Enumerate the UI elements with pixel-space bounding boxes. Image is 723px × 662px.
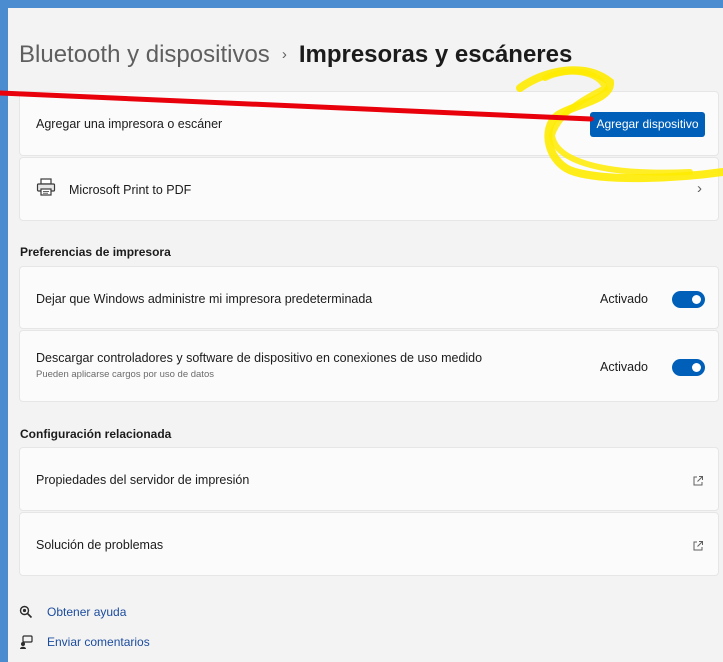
settings-window: Bluetooth y dispositivos › Impresoras y … [8,8,723,662]
printer-icon [36,178,58,196]
pref-metered-download-sublabel: Pueden aplicarse cargos por uso de datos [36,369,214,380]
printer-name: Microsoft Print to PDF [69,183,192,197]
related-item-label: Solución de problemas [36,538,164,552]
related-item-label: Propiedades del servidor de impresión [36,473,250,487]
external-link-icon [693,541,703,551]
pref-metered-download-toggle[interactable] [672,359,705,376]
add-printer-card: Agregar una impresora o escáner Agregar … [19,91,719,156]
related-item-troubleshoot[interactable]: Solución de problemas [19,512,719,576]
pref-metered-download-row: Descargar controladores y software de di… [19,330,719,402]
external-link-icon [693,476,703,486]
toggle-knob [692,295,701,304]
pref-metered-download-label: Descargar controladores y software de di… [36,351,483,365]
chevron-right-icon: › [697,180,702,197]
printer-item-microsoft-print-to-pdf[interactable]: Microsoft Print to PDF › [19,157,719,221]
add-printer-label: Agregar una impresora o escáner [36,117,223,131]
printer-preferences-heading: Preferencias de impresora [20,245,171,259]
send-feedback-link[interactable]: Enviar comentarios [19,635,150,649]
breadcrumb: Bluetooth y dispositivos › Impresoras y … [19,41,572,69]
send-feedback-label: Enviar comentarios [47,635,150,649]
get-help-link[interactable]: Obtener ayuda [19,605,126,619]
page-title: Impresoras y escáneres [298,41,573,68]
breadcrumb-parent-link[interactable]: Bluetooth y dispositivos [19,41,270,69]
breadcrumb-separator: › [281,46,287,63]
toggle-knob [692,363,701,372]
feedback-icon [20,635,33,649]
related-item-print-server-properties[interactable]: Propiedades del servidor de impresión [19,447,719,511]
help-icon [19,605,33,619]
pref-metered-download-state: Activado [600,360,648,374]
pref-default-printer-toggle[interactable] [672,291,705,308]
add-device-button[interactable]: Agregar dispositivo [590,112,705,137]
pref-default-printer-label: Dejar que Windows administre mi impresor… [36,292,373,306]
get-help-label: Obtener ayuda [47,605,127,619]
pref-default-printer-state: Activado [600,292,648,306]
related-settings-heading: Configuración relacionada [20,427,172,441]
pref-default-printer-row: Dejar que Windows administre mi impresor… [19,266,719,329]
